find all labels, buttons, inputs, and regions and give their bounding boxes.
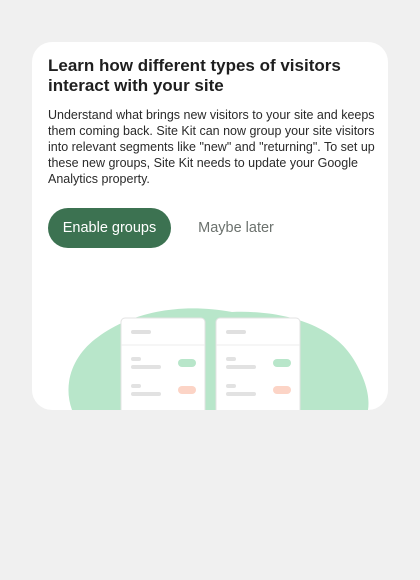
visitor-groups-setup-card: Learn how different types of visitors in… — [32, 42, 388, 410]
audience-segments-illustration — [68, 308, 369, 410]
maybe-later-button[interactable]: Maybe later — [184, 208, 288, 248]
card-description: Understand what brings new visitors to y… — [48, 108, 375, 186]
card-title: Learn how different types of visitors in… — [48, 56, 341, 95]
segment-card-left — [120, 317, 206, 410]
segment-card-right — [215, 317, 301, 410]
enable-groups-button[interactable]: Enable groups — [48, 208, 171, 248]
